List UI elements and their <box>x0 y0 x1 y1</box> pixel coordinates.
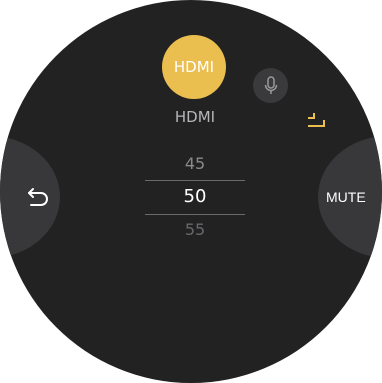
picker-previous-value[interactable]: 45 <box>145 154 245 173</box>
picker-divider-bottom <box>145 214 245 215</box>
microphone-button[interactable] <box>253 68 288 103</box>
hdmi-source-button[interactable]: HDMI <box>162 35 226 99</box>
value-picker[interactable]: 45 50 55 <box>145 150 245 245</box>
microphone-icon <box>264 75 277 94</box>
mute-button[interactable] <box>318 136 382 258</box>
collapse-corner-icon[interactable] <box>306 112 326 128</box>
current-source-label: HDMI <box>174 108 216 126</box>
back-button[interactable] <box>0 136 60 258</box>
picker-selected-value[interactable]: 50 <box>145 186 245 207</box>
source-button-label: HDMI <box>173 58 215 76</box>
picker-next-value[interactable]: 55 <box>145 220 245 239</box>
watch-face: MUTE HDMI HDMI 45 50 55 <box>0 0 382 383</box>
picker-divider-top <box>145 180 245 181</box>
